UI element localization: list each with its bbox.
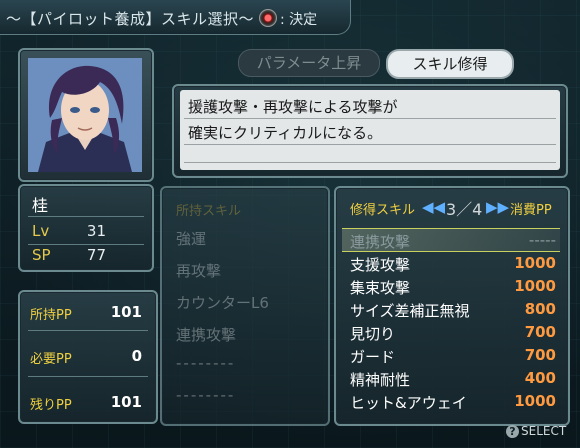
tab-skill-learn[interactable]: スキル修得 <box>386 49 514 79</box>
level-label: Lv <box>32 222 50 240</box>
owned-skills-panel: 所持スキル 強運 再攻撃 カウンターL6 連携攻撃 -------- -----… <box>160 186 330 426</box>
sp-label: SP <box>32 246 51 264</box>
required-pp-label: 必要PP <box>30 352 72 367</box>
owned-skills-title: 所持スキル <box>176 204 242 219</box>
skill-name: 見切り <box>350 325 396 343</box>
help-icon: ? <box>506 425 519 438</box>
pilot-info-panel: 桂 Lv 31 SP 77 <box>18 184 154 272</box>
skill-cost: ----- <box>528 231 556 249</box>
learnable-skills-panel: 修得スキル ◀◀ 3／4 ▶▶ 消費PP 連携攻撃 ----- 支援攻撃 100… <box>334 186 570 426</box>
description-line-1: 援護攻撃・再攻撃による攻撃が <box>188 98 398 116</box>
rule-line <box>184 144 556 145</box>
page-next-icon[interactable]: ▶▶ <box>486 198 509 216</box>
divider <box>28 216 144 217</box>
owned-pp-value: 101 <box>110 303 142 321</box>
confirm-hint: : 決定 <box>280 12 318 28</box>
owned-skill-item: 強運 <box>176 230 207 248</box>
skill-row[interactable]: 支援攻撃 1000 <box>342 252 560 274</box>
divider <box>28 244 144 245</box>
pilot-portrait <box>28 58 142 172</box>
page-indicator: 3／4 <box>446 200 483 219</box>
rule-line <box>184 118 556 119</box>
remaining-pp-label: 残りPP <box>30 398 72 413</box>
title-bar: 〜【パイロット養成】スキル選択〜 : 決定 <box>0 0 351 35</box>
skill-cost: 1000 <box>514 277 556 295</box>
skill-cost: 400 <box>524 369 556 387</box>
portrait-frame <box>18 48 154 182</box>
skill-row[interactable]: 見切り 700 <box>342 321 560 343</box>
skill-name: 支援攻撃 <box>350 256 411 274</box>
pilot-portrait-art <box>28 58 142 172</box>
skill-row[interactable]: ヒット&アウェイ 1000 <box>342 390 560 412</box>
divider <box>28 330 148 331</box>
skill-row-selected[interactable]: 連携攻撃 ----- <box>342 228 560 252</box>
skill-cost: 1000 <box>514 392 556 410</box>
remaining-pp-value: 101 <box>110 393 142 411</box>
screen-title: 〜【パイロット養成】スキル選択〜 <box>6 10 255 28</box>
skill-name: 集束攻撃 <box>350 279 411 297</box>
owned-skill-item: 再攻撃 <box>176 262 222 280</box>
learnable-skills-title: 修得スキル <box>350 203 416 218</box>
skill-name: 精神耐性 <box>350 371 411 389</box>
pilot-name: 桂 <box>32 196 49 215</box>
select-hint: ? SELECT <box>506 424 566 438</box>
divider <box>28 376 148 377</box>
owned-skill-empty-slot: -------- <box>176 386 236 404</box>
remaining-pp-row: 残りPP 101 <box>26 388 146 416</box>
skill-row[interactable]: 集束攻撃 1000 <box>342 275 560 297</box>
skill-cost: 1000 <box>514 254 556 272</box>
skill-row[interactable]: サイズ差補正無視 800 <box>342 298 560 320</box>
owned-skill-item: カウンターL6 <box>176 294 269 312</box>
skill-row[interactable]: ガード 700 <box>342 344 560 366</box>
required-pp-value: 0 <box>131 347 142 365</box>
skill-row[interactable]: 精神耐性 400 <box>342 367 560 389</box>
tab-parameter-up[interactable]: パラメータ上昇 <box>238 49 380 77</box>
cost-column-title: 消費PP <box>510 203 552 218</box>
owned-skill-item: 連携攻撃 <box>176 326 237 344</box>
page-prev-icon[interactable]: ◀◀ <box>422 198 445 216</box>
sp-value: 77 <box>86 246 106 264</box>
skill-name: サイズ差補正無視 <box>350 302 470 320</box>
owned-pp-row: 所持PP 101 <box>26 298 146 326</box>
required-pp-row: 必要PP 0 <box>26 342 146 370</box>
skill-name: ガード <box>350 348 396 366</box>
skill-cost: 700 <box>524 346 556 364</box>
description-box: 援護攻撃・再攻撃による攻撃が 確実にクリティカルになる。 <box>180 90 560 170</box>
skill-cost: 800 <box>524 300 556 318</box>
owned-pp-label: 所持PP <box>30 308 72 323</box>
description-line-2: 確実にクリティカルになる。 <box>188 124 383 142</box>
skill-name: ヒット&アウェイ <box>350 394 467 412</box>
select-label: SELECT <box>521 424 567 438</box>
level-value: 31 <box>86 222 106 240</box>
description-panel: 援護攻撃・再攻撃による攻撃が 確実にクリティカルになる。 <box>172 84 568 178</box>
rule-line <box>184 162 556 163</box>
mode-tabs: パラメータ上昇 スキル修得 <box>228 49 518 79</box>
confirm-button-icon <box>259 9 277 27</box>
owned-skill-empty-slot: -------- <box>176 354 236 372</box>
skill-name: 連携攻撃 <box>350 233 411 251</box>
pp-panel: 所持PP 101 必要PP 0 残りPP 101 <box>18 290 158 424</box>
skill-cost: 700 <box>524 323 556 341</box>
